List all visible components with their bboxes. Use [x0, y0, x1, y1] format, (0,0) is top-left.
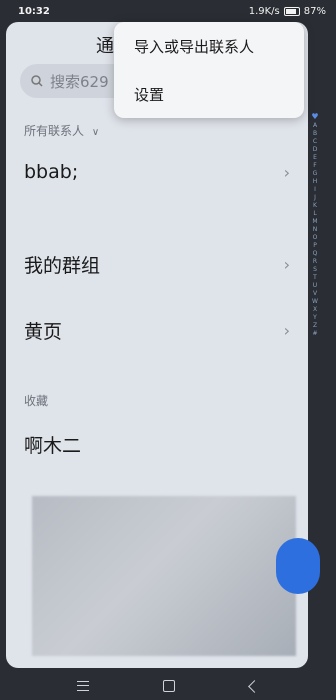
- alphabet-letter[interactable]: O: [313, 234, 318, 241]
- alphabet-letter[interactable]: W: [312, 298, 318, 305]
- search-icon: [31, 75, 43, 87]
- alphabet-letter[interactable]: J: [314, 194, 316, 201]
- add-contact-button[interactable]: [276, 538, 320, 594]
- battery-icon: [283, 6, 300, 16]
- alphabet-letter[interactable]: G: [313, 170, 318, 177]
- contact-row-bbab[interactable]: bbab; ›: [6, 150, 308, 194]
- alphabet-letter[interactable]: U: [313, 282, 317, 289]
- groups-label: 我的群组: [24, 254, 101, 277]
- chevron-right-icon: ›: [283, 162, 290, 182]
- alphabet-letter[interactable]: V: [313, 290, 317, 297]
- all-contacts-label: 所有联系人: [24, 124, 85, 138]
- alphabet-letter[interactable]: S: [313, 266, 317, 273]
- alphabet-letter[interactable]: N: [313, 226, 318, 233]
- status-right-group: 1.9K/s 87%: [249, 6, 326, 17]
- favorites-heart-icon[interactable]: ♥: [311, 112, 318, 121]
- alphabet-letter[interactable]: L: [313, 210, 316, 217]
- alphabet-letter[interactable]: X: [313, 306, 317, 313]
- overflow-menu: 导入或导出联系人 设置: [114, 22, 304, 118]
- favorite-contact-row[interactable]: 啊木二: [6, 422, 308, 466]
- yellow-pages-row[interactable]: 黄页 ›: [6, 308, 308, 352]
- menu-icon[interactable]: [77, 681, 90, 691]
- home-icon[interactable]: [163, 680, 176, 692]
- alphabet-letter[interactable]: K: [313, 202, 317, 209]
- status-bar: 10:32 1.9K/s 87%: [0, 0, 336, 22]
- alphabet-letter[interactable]: Q: [313, 250, 318, 257]
- chevron-right-icon: ›: [283, 254, 290, 274]
- alphabet-letter[interactable]: E: [313, 154, 317, 161]
- status-time: 10:32: [18, 5, 50, 17]
- yellow-pages-label: 黄页: [24, 320, 63, 343]
- alphabet-letter[interactable]: F: [313, 162, 316, 169]
- menu-item-settings[interactable]: 设置: [134, 84, 164, 105]
- battery-percent: 87%: [303, 5, 326, 17]
- network-speed: 1.9K/s: [248, 5, 280, 17]
- alphabet-letter[interactable]: C: [313, 138, 317, 145]
- back-icon[interactable]: [247, 679, 261, 693]
- chevron-right-icon: ›: [283, 320, 290, 340]
- alphabet-letter[interactable]: H: [313, 178, 318, 185]
- contacts-app: 通 搜索629 所有联系人 ∨ bbab; › 我的群组 › 黄页 › 收藏 啊…: [6, 22, 308, 668]
- search-placeholder: 搜索629: [50, 72, 109, 91]
- chevron-down-icon: ∨: [91, 127, 100, 138]
- alphabet-letter[interactable]: D: [313, 146, 318, 153]
- all-contacts-section[interactable]: 所有联系人 ∨: [24, 122, 99, 139]
- favorite-contact-name: 啊木二: [24, 434, 82, 457]
- groups-row[interactable]: 我的群组 ›: [6, 242, 308, 286]
- alphabet-letter[interactable]: T: [313, 274, 317, 281]
- alphabet-letter[interactable]: Y: [313, 314, 317, 321]
- alphabet-letter[interactable]: M: [312, 218, 317, 225]
- contact-name: bbab;: [24, 161, 79, 183]
- alphabet-letter[interactable]: Z: [313, 322, 317, 329]
- alphabet-index[interactable]: ♥ A B C D E F G H I J K L M N O P Q R S T U V W X Y Z #: [308, 112, 322, 612]
- menu-item-import-export[interactable]: 导入或导出联系人: [134, 36, 254, 57]
- alphabet-letter[interactable]: A: [313, 122, 317, 129]
- alphabet-letter[interactable]: I: [314, 186, 316, 193]
- alphabet-letter[interactable]: B: [313, 130, 317, 137]
- favorites-section-label: 收藏: [24, 394, 49, 408]
- alphabet-letter[interactable]: R: [313, 258, 317, 265]
- alphabet-letter[interactable]: P: [313, 242, 317, 249]
- page-title: 通: [96, 36, 114, 57]
- alphabet-letter[interactable]: #: [312, 330, 317, 337]
- navigation-bar: [0, 672, 336, 700]
- blurred-content: [32, 496, 296, 656]
